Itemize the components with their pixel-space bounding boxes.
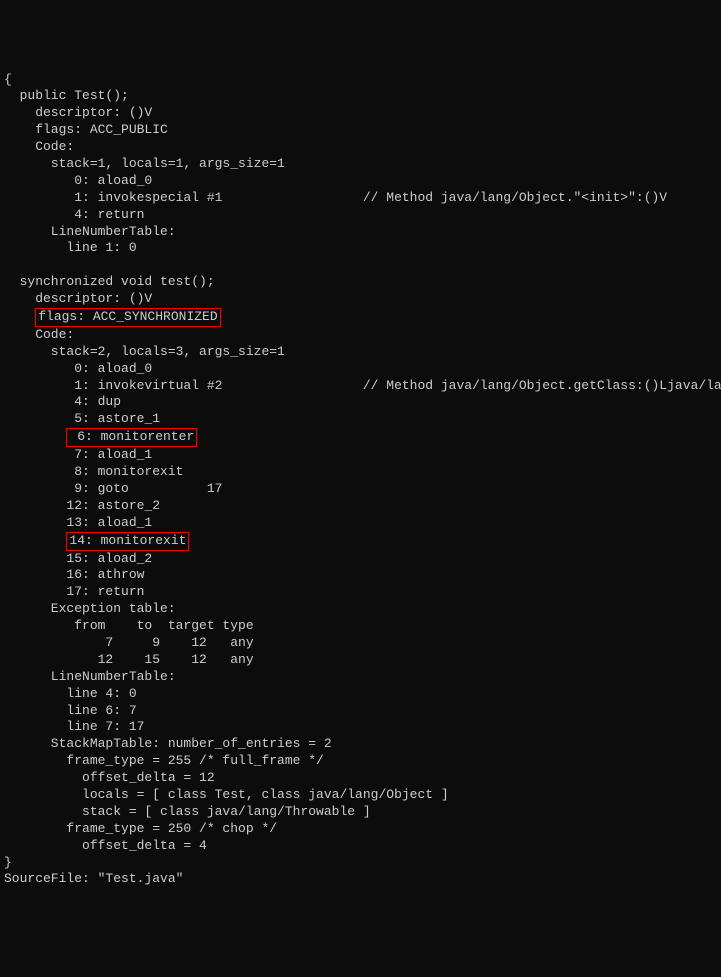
code-line: 0: aload_0: [4, 173, 152, 188]
highlighted-flags-sync: flags: ACC_SYNCHRONIZED: [35, 308, 220, 327]
code-line: stack=1, locals=1, args_size=1: [4, 156, 285, 171]
code-line: 4: return: [4, 207, 144, 222]
code-line: LineNumberTable:: [4, 669, 176, 684]
code-line: line 1: 0: [4, 240, 137, 255]
code-line: {: [4, 72, 12, 87]
code-line: stack=2, locals=3, args_size=1: [4, 344, 285, 359]
code-line: Code:: [4, 139, 74, 154]
highlighted-monitorexit: 14: monitorexit: [66, 532, 189, 551]
code-line: 7 9 12 any: [4, 635, 254, 650]
code-line: 9: goto 17: [4, 481, 222, 496]
code-line: locals = [ class Test, class java/lang/O…: [4, 787, 449, 802]
code-line: 1: invokespecial #1 // Method java/lang/…: [4, 190, 667, 205]
code-line: 5: astore_1: [4, 411, 160, 426]
code-line: offset_delta = 12: [4, 770, 215, 785]
code-line: public Test();: [4, 88, 129, 103]
code-line: line 4: 0: [4, 686, 137, 701]
code-line: }: [4, 855, 12, 870]
code-line: flags: ACC_PUBLIC: [4, 122, 168, 137]
code-line: 0: aload_0: [4, 361, 152, 376]
code-line: line 7: 17: [4, 719, 144, 734]
code-line: 12 15 12 any: [4, 652, 254, 667]
code-line: 12: astore_2: [4, 498, 160, 513]
code-line: Exception table:: [4, 601, 176, 616]
code-line: 16: athrow: [4, 567, 144, 582]
code-line: Code:: [4, 327, 74, 342]
code-line: descriptor: ()V: [4, 105, 152, 120]
code-line: from to target type: [4, 618, 254, 633]
code-line: frame_type = 250 /* chop */: [4, 821, 277, 836]
code-content: { public Test(); descriptor: ()V flags: …: [4, 72, 717, 889]
code-line: 13: aload_1: [4, 515, 152, 530]
highlighted-monitorenter: 6: monitorenter: [66, 428, 197, 447]
code-line: StackMapTable: number_of_entries = 2: [4, 736, 332, 751]
code-line: offset_delta = 4: [4, 838, 207, 853]
code-line: stack = [ class java/lang/Throwable ]: [4, 804, 371, 819]
code-line: line 6: 7: [4, 703, 137, 718]
code-line: 8: monitorexit: [4, 464, 183, 479]
code-line: LineNumberTable:: [4, 224, 176, 239]
code-line: 7: aload_1: [4, 447, 152, 462]
code-line: frame_type = 255 /* full_frame */: [4, 753, 324, 768]
code-line: SourceFile: "Test.java": [4, 871, 183, 886]
code-line: descriptor: ()V: [4, 291, 152, 306]
code-line: 4: dup: [4, 394, 121, 409]
code-line: 15: aload_2: [4, 551, 152, 566]
code-line: 17: return: [4, 584, 144, 599]
code-line: 1: invokevirtual #2 // Method java/lang/…: [4, 378, 721, 393]
code-line: synchronized void test();: [4, 274, 215, 289]
